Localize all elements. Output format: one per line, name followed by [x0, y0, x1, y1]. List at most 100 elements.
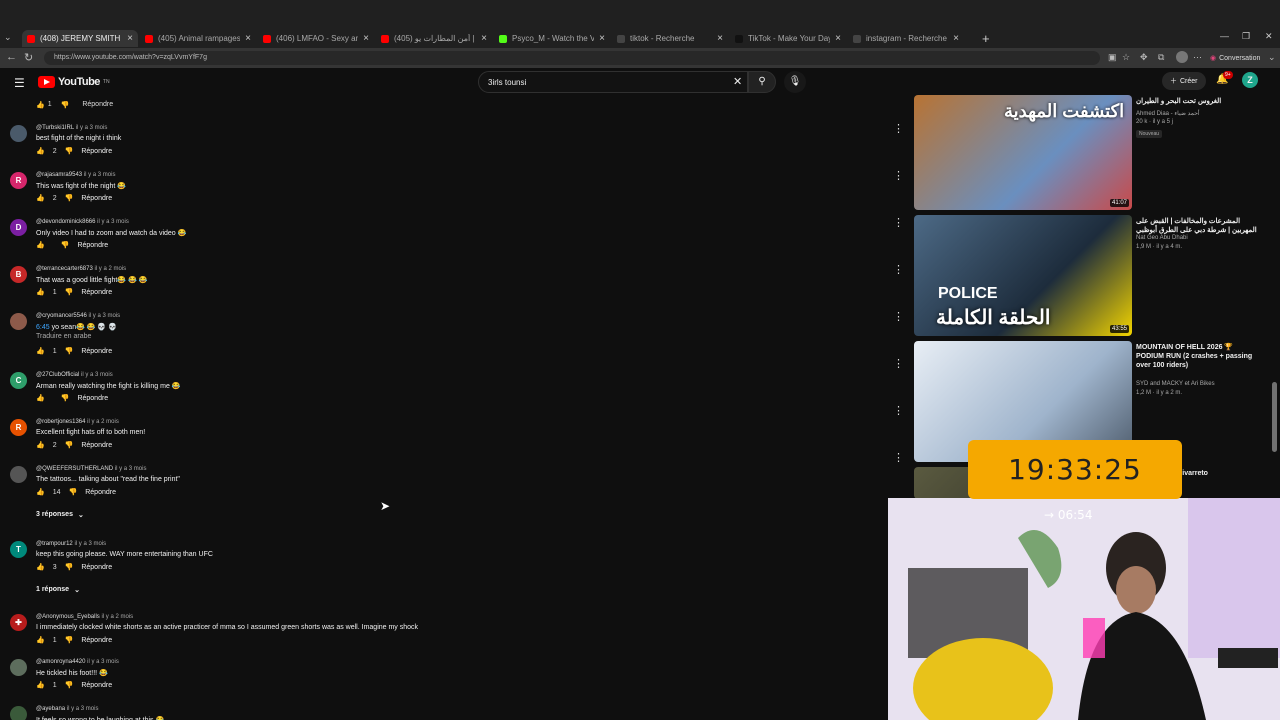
dislike-icon[interactable]: 👎	[65, 347, 74, 355]
reply-button[interactable]: Répondre	[81, 289, 112, 296]
extension-icon[interactable]: ✥	[1140, 52, 1148, 63]
voice-search-button[interactable]: 🎙	[784, 71, 806, 93]
browser-tab[interactable]: tiktok - Recherche ×	[612, 30, 728, 47]
dislike-icon[interactable]: 👎	[61, 241, 70, 249]
translate-link[interactable]: Traduire en arabe	[36, 333, 91, 340]
extensions-puzzle-icon[interactable]: ⧉	[1158, 52, 1164, 63]
bookmark-star-icon[interactable]: ☆	[1122, 52, 1130, 63]
reply-button[interactable]: Répondre	[85, 489, 116, 496]
dislike-icon[interactable]: 👎	[65, 288, 74, 296]
dislike-icon[interactable]: 👎	[65, 441, 74, 449]
browser-tab[interactable]: instagram - Recherche ×	[848, 30, 964, 47]
comment-handle[interactable]: @amonroyna4420	[36, 659, 85, 665]
comment-handle[interactable]: @devondominick8666	[36, 219, 95, 225]
like-icon[interactable]: 👍	[36, 147, 45, 155]
comment-avatar[interactable]	[10, 659, 27, 676]
like-icon[interactable]: 👍	[36, 347, 45, 355]
close-tab-icon[interactable]: ×	[481, 33, 487, 44]
like-icon[interactable]: 👍	[36, 681, 45, 689]
browser-tab[interactable]: Psyco_M - Watch the VOD on Kick ×	[494, 30, 610, 47]
video-title[interactable]: الغروس تحت البحر و الطيران	[1136, 97, 1262, 106]
more-actions-icon[interactable]: ⋮	[893, 357, 904, 370]
back-icon[interactable]: ←	[6, 51, 17, 63]
dislike-icon[interactable]: 👎	[69, 488, 78, 496]
view-replies-button[interactable]: 3 réponses ⌄	[36, 511, 84, 519]
comment-handle[interactable]: @ayebana	[36, 706, 65, 712]
dislike-icon[interactable]: 👎	[65, 194, 74, 202]
comment-handle[interactable]: @Turbski1IRL	[36, 125, 74, 131]
new-tab-button[interactable]: +	[982, 31, 990, 46]
more-actions-icon[interactable]: ⋮	[893, 404, 904, 417]
comment-handle[interactable]: @rajasamra9543	[36, 172, 82, 178]
like-icon[interactable]: 👍	[36, 101, 45, 109]
browser-tab[interactable]: (405) Animal rampages but they c ×	[140, 30, 256, 47]
comment-avatar[interactable]: B	[10, 266, 27, 283]
search-button[interactable]: ⚲	[748, 71, 776, 93]
profile-avatar[interactable]	[1176, 51, 1188, 63]
dislike-icon[interactable]: 👎	[65, 563, 74, 571]
channel-name[interactable]: Nat Geo Abu Dhabi	[1136, 235, 1188, 241]
reply-button[interactable]: Répondre	[77, 395, 108, 402]
minimize-icon[interactable]: —	[1220, 31, 1229, 41]
dislike-icon[interactable]: 👎	[65, 681, 74, 689]
like-icon[interactable]: 👍	[36, 194, 45, 202]
conversation-button[interactable]: ◉ Conversation	[1210, 51, 1260, 65]
like-icon[interactable]: 👍	[36, 241, 45, 249]
dislike-icon[interactable]: 👎	[61, 101, 70, 109]
comment-avatar[interactable]: R	[10, 419, 27, 436]
hamburger-menu-icon[interactable]: ☰	[14, 76, 25, 90]
more-actions-icon[interactable]: ⋮	[893, 122, 904, 135]
reply-button[interactable]: Répondre	[81, 148, 112, 155]
reply-button[interactable]: Répondre	[81, 637, 112, 644]
more-menu-icon[interactable]: ⋯	[1193, 52, 1202, 63]
reply-button[interactable]: Répondre	[81, 442, 112, 449]
install-icon[interactable]: ▣	[1108, 52, 1117, 63]
close-tab-icon[interactable]: ×	[717, 33, 723, 44]
more-actions-icon[interactable]: ⋮	[893, 169, 904, 182]
reload-icon[interactable]: ↻	[24, 51, 33, 64]
close-tab-icon[interactable]: ×	[363, 33, 369, 44]
browser-tab[interactable]: (406) LMFAO - Sexy and I Know It ×	[258, 30, 374, 47]
reply-button[interactable]: Répondre	[81, 564, 112, 571]
close-tab-icon[interactable]: ×	[835, 33, 841, 44]
like-icon[interactable]: 👍	[36, 394, 45, 402]
video-title[interactable]: المشرعات والمخالفات | القبض على المهربين…	[1136, 217, 1262, 235]
dislike-icon[interactable]: 👎	[65, 147, 74, 155]
clear-search-icon[interactable]: ✕	[733, 75, 742, 88]
comment-avatar[interactable]: ✚	[10, 614, 27, 631]
comment-avatar[interactable]	[10, 125, 27, 142]
account-avatar[interactable]: Z	[1242, 72, 1258, 88]
dislike-icon[interactable]: 👎	[65, 636, 74, 644]
more-actions-icon[interactable]: ⋮	[893, 451, 904, 464]
youtube-logo[interactable]: YouTube TN	[38, 76, 110, 88]
channel-name[interactable]: SYD and MACKY et Ari Bikes	[1136, 381, 1215, 387]
comment-handle[interactable]: @trampour12	[36, 541, 73, 547]
like-icon[interactable]: 👍	[36, 636, 45, 644]
reply-button[interactable]: Répondre	[81, 348, 112, 355]
like-icon[interactable]: 👍	[36, 441, 45, 449]
close-tab-icon[interactable]: ×	[953, 33, 959, 44]
comment-avatar[interactable]	[10, 466, 27, 483]
comment-handle[interactable]: @27ClubOfficial	[36, 372, 79, 378]
video-thumbnail[interactable]: اكتشفت المهدية 41:07	[914, 95, 1132, 210]
comment-avatar[interactable]	[10, 313, 27, 330]
search-input[interactable]: 3irls tounsi	[478, 71, 748, 93]
recommended-video[interactable]: الحلقة الكاملة POLICE 43:55 المشرعات والمخا…	[914, 215, 1264, 336]
browser-tab[interactable]: (408) JEREMY SMITH VS RYDER W ×	[22, 30, 138, 47]
comment-handle[interactable]: @cryomancer5546	[36, 313, 87, 319]
comment-avatar[interactable]	[10, 706, 27, 720]
channel-name[interactable]: Ahmed Diaa - أحمد ضياء	[1136, 110, 1200, 117]
timestamp-link[interactable]: 6:45	[36, 324, 50, 331]
dislike-icon[interactable]: 👎	[61, 394, 70, 402]
comment-handle[interactable]: @robertjones1364	[36, 419, 85, 425]
close-tab-icon[interactable]: ×	[245, 33, 251, 44]
recommended-video[interactable]: اكتشفت المهدية 41:07 الغروس تحت البحر و ال…	[914, 95, 1264, 210]
more-actions-icon[interactable]: ⋮	[893, 263, 904, 276]
comment-avatar[interactable]: T	[10, 541, 27, 558]
reply-button[interactable]: Répondre	[82, 101, 113, 109]
browser-tab[interactable]: (405) شيوخ كيهم | أمن المطارات يو ×	[376, 30, 492, 47]
comment-avatar[interactable]: C	[10, 372, 27, 389]
tab-list-chevron-icon[interactable]: ⌄	[4, 32, 18, 44]
close-window-icon[interactable]: ✕	[1265, 31, 1273, 42]
reply-button[interactable]: Répondre	[77, 242, 108, 249]
